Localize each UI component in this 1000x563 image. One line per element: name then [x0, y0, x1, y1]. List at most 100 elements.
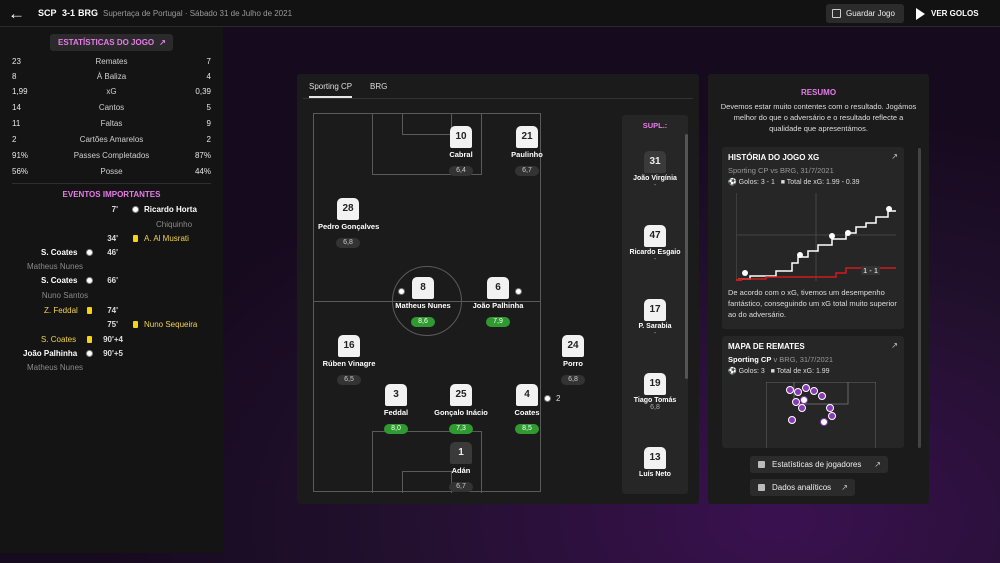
event-player: S. Coates	[41, 248, 78, 257]
shot-map-team: Sporting CP	[728, 355, 772, 364]
player-rating: 8,6	[411, 317, 435, 327]
xg-story-card[interactable]: HISTÓRIA DO JOGO XG ↗ Sporting CP vs BRG…	[722, 147, 904, 329]
player-matheus-nunes[interactable]: 8 Matheus Nunes 8,6	[393, 277, 453, 328]
xg-icon: ■	[770, 368, 775, 375]
shirt-icon: 31	[644, 151, 666, 173]
stat-row: 1,99 xG 0,39	[0, 87, 223, 102]
shot-marker	[828, 412, 836, 420]
player-adan[interactable]: 1 Adán 6,7	[431, 442, 491, 493]
shot-marker	[792, 398, 800, 406]
player-name: Adán	[451, 466, 471, 475]
player-rating: 6,7	[515, 166, 539, 176]
player-name: Paulinho	[511, 150, 543, 159]
shot-marker	[818, 392, 826, 400]
goal-ball-icon	[544, 395, 551, 402]
player-feddal[interactable]: 3 Feddal 8,0	[366, 384, 426, 435]
player-stats-button[interactable]: Estatísticas de jogadores ↗	[750, 456, 888, 473]
shirt-icon: 13	[644, 447, 666, 469]
shirt-icon: 8	[412, 277, 434, 299]
player-porro[interactable]: 24 Porro 6,8	[543, 335, 603, 386]
stat-label: Remates	[95, 57, 128, 66]
match-stats-title: ESTATÍSTICAS DO JOGO	[58, 38, 155, 47]
player-ruben-vinagre[interactable]: 16 Rúben Vinagre 6,5	[319, 335, 379, 386]
stat-label: Faltas	[100, 119, 123, 128]
event-player: Ricardo Horta	[144, 205, 197, 214]
competition-info: Supertaça de Portugal · Sábado 31 de Jul…	[103, 9, 293, 18]
summary-text: Devemos estar muito contentes com o resu…	[720, 102, 917, 133]
sub-player[interactable]: 47 Ricardo Esgaio -	[625, 225, 685, 263]
shot-map-match: v BRG, 31/7/2021	[773, 355, 834, 364]
event-minute: 90'+4	[103, 335, 123, 344]
play-icon	[916, 8, 925, 20]
shot-marker	[786, 386, 794, 394]
shirt-icon: 1	[450, 442, 472, 464]
event-player: A. Al Musrati	[144, 234, 189, 243]
player-rating: 6,8	[650, 404, 660, 411]
sub-player[interactable]: 19 Tiago Tomás 6,8	[625, 373, 685, 411]
score: 3-1	[62, 8, 76, 18]
match-stats-button[interactable]: ESTATÍSTICAS DO JOGO ↗	[50, 34, 173, 51]
analytics-label: Dados analíticos	[772, 483, 832, 492]
goal-ball-icon	[886, 206, 892, 212]
away-team-abbr: BRG	[78, 8, 98, 18]
player-joao-palhinha[interactable]: 6 João Palhinha 7,9	[468, 277, 528, 328]
event-minute: 34'	[107, 234, 118, 243]
shot-map-subtitle: Sporting CP v BRG, 31/7/2021	[728, 355, 833, 364]
stat-row: 14 Cantos 5	[0, 103, 223, 118]
stat-label: Passes Completados	[73, 151, 150, 160]
stat-away: 87%	[194, 151, 211, 160]
bar-chart-icon	[758, 484, 765, 491]
player-rating: 6,8	[336, 238, 360, 248]
player-pedro-goncalves[interactable]: 28 Pedro Gonçalves 6,8	[318, 198, 379, 249]
save-game-button[interactable]: Guardar Jogo	[826, 4, 904, 23]
player-name: João Palhinha	[472, 301, 524, 310]
player-cabral[interactable]: 10 Cabral 6,4	[431, 126, 491, 177]
event-player: S. Coates	[41, 276, 78, 285]
goal-ball-icon	[845, 230, 851, 236]
shirt-icon: 16	[338, 335, 360, 357]
summary-panel: RESUMO Devemos estar muito contentes com…	[708, 74, 929, 504]
shot-map-card[interactable]: MAPA DE REMATES ↗ Sporting CP v BRG, 31/…	[722, 336, 904, 448]
external-link-icon: ↗	[159, 38, 166, 47]
player-name: João Virgínia	[633, 175, 677, 182]
player-rating: -	[653, 182, 657, 189]
shirt-icon: 10	[450, 126, 472, 148]
back-arrow-icon[interactable]: ←	[8, 5, 26, 23]
player-coates[interactable]: 2 4 Coates 8,5	[497, 384, 560, 435]
stat-label: Posse	[100, 167, 123, 176]
xg-card-meta: ⚽ Golos: 3 - 1 ■ Total de xG: 1.99 - 0.3…	[728, 178, 860, 186]
sub-player[interactable]: 13 Luís Neto	[625, 447, 685, 478]
tab-sporting-cp[interactable]: Sporting CP	[309, 82, 353, 98]
player-goncalo-inacio[interactable]: 25 Gonçalo Inácio 7,3	[431, 384, 491, 435]
player-rating: -	[653, 330, 657, 337]
watch-goals-button[interactable]: VER GOLOS	[913, 4, 997, 23]
player-paulinho[interactable]: 21 Paulinho 6,7	[497, 126, 557, 177]
goal-ball-icon	[132, 206, 139, 213]
player-rating: 6,8	[561, 375, 585, 385]
sub-player[interactable]: 31 João Virgínia -	[625, 151, 685, 189]
summary-scrollbar[interactable]	[918, 148, 921, 448]
subs-scrollbar[interactable]	[685, 134, 688, 379]
stat-row: 2 Cartões Amarelos 2	[0, 135, 223, 150]
analytics-button[interactable]: Dados analíticos ↗	[750, 479, 855, 496]
substitutes-panel: SUPL.: 31 João Virgínia - 47 Ricardo Esg…	[622, 115, 688, 494]
player-rating: 7,3	[449, 424, 473, 434]
event-assist: Nuno Santos	[41, 291, 89, 300]
player-rating: 6,4	[449, 166, 473, 176]
event-assist: Matheus Nunes	[26, 262, 84, 271]
shirt-icon: 6	[487, 277, 509, 299]
shirt-icon: 17	[644, 299, 666, 321]
substitutes-title: SUPL.:	[642, 121, 668, 130]
expand-icon[interactable]: ↗	[891, 152, 898, 161]
stat-label: Cantos	[98, 103, 125, 112]
expand-icon[interactable]: ↗	[891, 341, 898, 350]
goals-text: Golos: 3	[738, 368, 765, 375]
summary-title: RESUMO	[800, 88, 837, 97]
stat-row: 56% Posse 44%	[0, 167, 223, 182]
sub-player[interactable]: 17 P. Sarabia -	[625, 299, 685, 337]
stat-away: 5	[206, 103, 211, 112]
top-bar: ← SCP 3-1 BRG Supertaça de Portugal · Sá…	[0, 0, 1000, 27]
event-player: Nuno Sequeira	[144, 320, 198, 329]
goal-ball-icon	[86, 350, 93, 357]
tab-brg[interactable]: BRG	[370, 82, 387, 96]
